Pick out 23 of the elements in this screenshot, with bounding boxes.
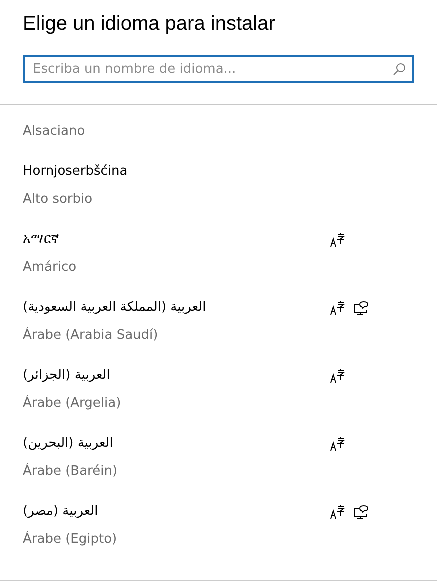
language-name[interactable]: Árabe (Egipto) (23, 530, 323, 550)
language-native-name[interactable]: العربية (الجزائر) (23, 366, 323, 386)
language-native-name[interactable]: العربية (مصر) (23, 502, 323, 522)
language-name[interactable]: Árabe (Arabia Saudí) (23, 326, 323, 346)
language-native-name[interactable]: العربية (البحرين) (23, 434, 323, 454)
language-name[interactable]: Árabe (Baréin) (23, 462, 323, 482)
language-name[interactable]: Amárico (23, 258, 323, 278)
language-name[interactable]: Alsaciano (23, 122, 323, 142)
search-field[interactable]: Escriba un nombre de idioma... (23, 55, 414, 83)
language-native-name[interactable]: العربية (المملكة العربية السعودية) (23, 298, 323, 318)
language-name[interactable]: Árabe (Argelia) (23, 394, 323, 414)
dialog-title: Elige un idioma para instalar (23, 12, 276, 37)
font-icon (330, 368, 345, 384)
monitor-speech-icon (353, 504, 370, 520)
language-name[interactable]: Alto sorbio (23, 190, 323, 210)
search-icon (393, 63, 406, 76)
font-icon (330, 436, 345, 452)
language-native-name[interactable]: Hornjoserbšćina (23, 162, 323, 182)
monitor-speech-icon (353, 300, 370, 316)
font-icon (330, 232, 345, 248)
font-icon (330, 300, 345, 316)
language-native-name[interactable]: አማርኛ (23, 230, 323, 250)
font-icon (330, 504, 345, 520)
